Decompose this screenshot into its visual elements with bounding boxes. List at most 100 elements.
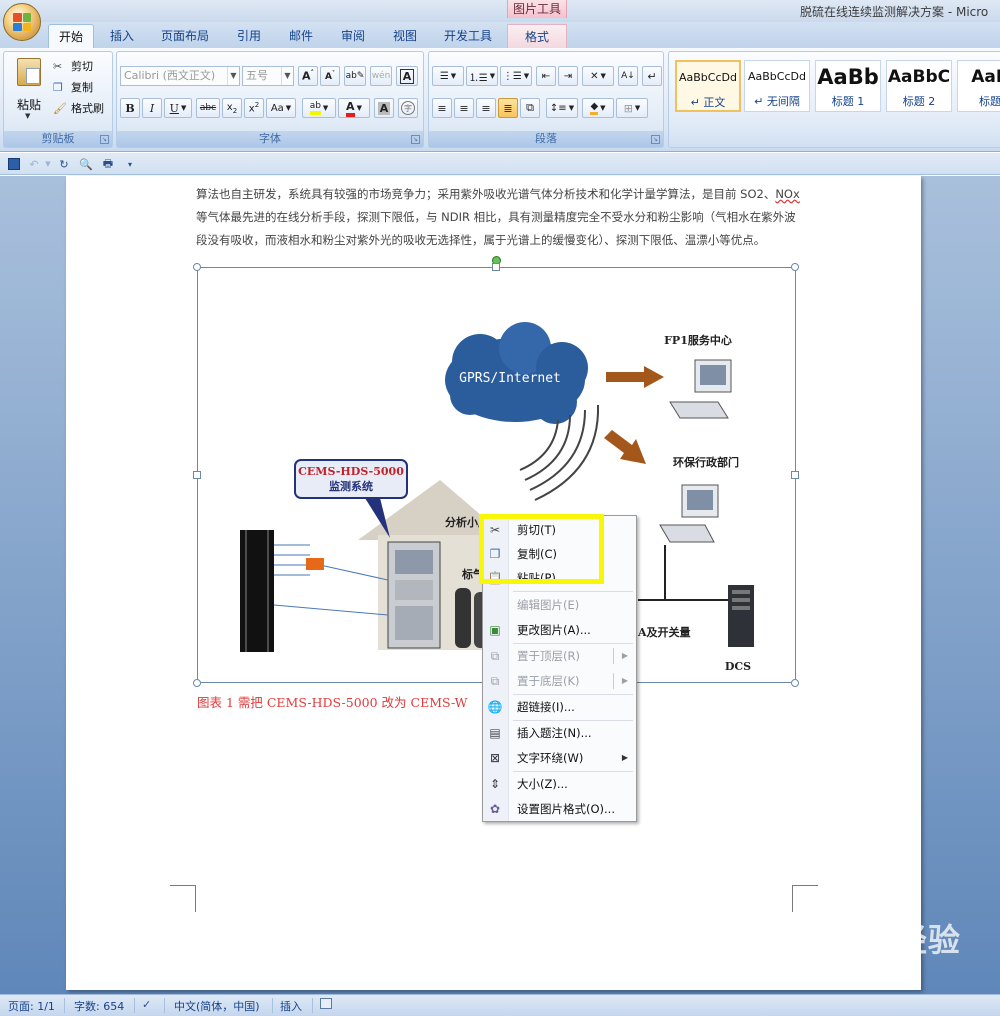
char-shading-button[interactable]: A [374, 98, 394, 118]
menu-item-send-to-back[interactable]: ⧉ 置于底层(K) ▶ [483, 669, 636, 693]
show-marks-button[interactable]: ↵ [642, 66, 662, 86]
resize-handle-se[interactable] [791, 679, 799, 687]
borders-button[interactable]: ⊞ ▼ [616, 98, 648, 118]
italic-button[interactable]: I [142, 98, 162, 118]
undo-dropdown-icon[interactable]: ▼ [40, 156, 56, 172]
signal-label: A及开关量 [637, 625, 691, 639]
clear-format-button[interactable]: ab✎ [344, 66, 366, 86]
font-launcher-icon[interactable]: ↘ [411, 135, 420, 144]
body-text[interactable]: 算法也自主研发，系统具有较强的市场竞争力；采用紫外吸收光谱气体分析技术和化学计量… [196, 183, 806, 252]
menu-item-format-picture[interactable]: ✿ 设置图片格式(O)... [483, 797, 636, 821]
tab-insert[interactable]: 插入 [100, 24, 144, 48]
status-separator [164, 998, 165, 1013]
font-size-combo[interactable]: 五号 ▼ [242, 66, 294, 86]
multilevel-list-button[interactable]: ⋮☰ ▼ [500, 66, 532, 86]
tab-review[interactable]: 审阅 [332, 24, 374, 48]
font-name-combo[interactable]: Calibri (西文正文) ▼ [120, 66, 240, 86]
status-separator [134, 998, 135, 1013]
asian-layout-button[interactable]: ✕ ▼ [582, 66, 614, 86]
menu-item-bring-to-front[interactable]: ⧉ 置于顶层(R) ▶ [483, 644, 636, 668]
tab-developer[interactable]: 开发工具 [436, 24, 500, 48]
resize-handle-nw[interactable] [193, 263, 201, 271]
language-indicator[interactable]: 中文(简体，中国) [174, 998, 260, 1014]
resize-handle-ne[interactable] [791, 263, 799, 271]
bold-button[interactable]: B [120, 98, 140, 118]
distributed-button[interactable]: ⧉ [520, 98, 540, 118]
bullets-button[interactable]: ☰ ▼ [432, 66, 464, 86]
menu-item-label: 置于顶层(R) [517, 649, 580, 663]
style-no-spacing[interactable]: AaBbCcDd ↵ 无间隔 [744, 60, 810, 112]
style-title[interactable]: AaB 标题 [957, 60, 1000, 112]
sort-button[interactable]: A↓ [618, 66, 638, 86]
increase-indent-button[interactable]: ⇥ [558, 66, 578, 86]
decrease-indent-button[interactable]: ⇤ [536, 66, 556, 86]
clipboard-group: 粘贴 ▼ ✂ 剪切 ❐ 复制 🖌 格式刷 剪贴板 ↘ [3, 51, 113, 148]
resize-handle-n[interactable] [492, 263, 500, 271]
redo-icon[interactable]: ↻ [56, 156, 72, 172]
style-normal[interactable]: AaBbCcDd ↵ 正文 [675, 60, 741, 112]
paste-button[interactable]: 粘贴 ▼ [10, 56, 48, 126]
figure-caption[interactable]: 图表 1 需把 CEMS-HDS-5000 改为 CEMS-W [197, 692, 467, 711]
tab-page-layout[interactable]: 页面布局 [152, 24, 218, 48]
shading-button[interactable]: ◆ ▼ [582, 98, 614, 118]
superscript-button[interactable]: x2 [244, 98, 264, 118]
print-preview-icon[interactable]: 🔍 [78, 156, 94, 172]
align-right-icon: ≡ [481, 101, 491, 115]
menu-item-change-picture[interactable]: ▣ 更改图片(A)... [483, 618, 636, 642]
align-center-button[interactable]: ≡ [454, 98, 474, 118]
shrink-font-button[interactable]: A˅ [320, 66, 340, 86]
paragraph-launcher-icon[interactable]: ↘ [651, 135, 660, 144]
menu-item-size[interactable]: ⇕ 大小(Z)... [483, 772, 636, 796]
word-count[interactable]: 字数: 654 [74, 998, 124, 1014]
align-left-button[interactable]: ≡ [432, 98, 452, 118]
phonetic-guide-button[interactable]: wén [370, 66, 392, 86]
underline-button[interactable]: U ▼ [164, 98, 192, 118]
tab-format[interactable]: 格式 [507, 24, 567, 48]
numbering-icon: ⒈☰ [468, 72, 488, 84]
office-button[interactable] [3, 3, 41, 41]
style-heading-2[interactable]: AaBbC 标题 2 [886, 60, 952, 112]
page-count[interactable]: 页面: 1/1 [8, 998, 55, 1014]
macro-record-icon[interactable] [320, 998, 332, 1012]
char-border-button[interactable]: A [396, 66, 418, 86]
office-logo-icon [13, 13, 31, 31]
align-right-button[interactable]: ≡ [476, 98, 496, 118]
style-heading-1[interactable]: AaBb 标题 1 [815, 60, 881, 112]
grow-font-button[interactable]: A˄ [298, 66, 318, 86]
clipboard-launcher-icon[interactable]: ↘ [100, 135, 109, 144]
style-sample: AaBbCcDd [748, 70, 806, 83]
copy-button[interactable]: ❐ 复制 [52, 77, 112, 97]
tab-home[interactable]: 开始 [48, 24, 94, 48]
change-case-button[interactable]: Aa ▼ [266, 98, 296, 118]
font-color-button[interactable]: A ▼ [338, 98, 370, 118]
tab-mailings[interactable]: 邮件 [280, 24, 322, 48]
resize-handle-sw[interactable] [193, 679, 201, 687]
customize-qat-icon[interactable]: ▾ [122, 156, 138, 172]
resize-handle-e[interactable] [791, 471, 799, 479]
print-icon[interactable]: 🖶 [100, 156, 116, 172]
line-spacing-button[interactable]: ↕≡ ▼ [546, 98, 578, 118]
menu-item-hyperlink[interactable]: 🌐 超链接(I)... [483, 695, 636, 719]
crop-mark [792, 885, 818, 886]
menu-item-text-wrap[interactable]: ⊠ 文字环绕(W) ▶ [483, 746, 636, 770]
format-painter-button[interactable]: 🖌 格式刷 [52, 98, 112, 118]
enclose-char-button[interactable]: 字 [398, 98, 418, 118]
menu-item-edit-picture[interactable]: 编辑图片(E) [483, 593, 636, 617]
save-icon[interactable] [6, 156, 22, 172]
send-to-back-icon: ⧉ [490, 673, 500, 688]
tab-references[interactable]: 引用 [228, 24, 270, 48]
menu-item-insert-caption[interactable]: ▤ 插入题注(N)... [483, 721, 636, 745]
highlight-button[interactable]: ab ▼ [302, 98, 336, 118]
menu-item-label: 更改图片(A)... [517, 623, 591, 637]
numbering-button[interactable]: ⒈☰ ▼ [466, 66, 498, 86]
insert-mode[interactable]: 插入 [280, 998, 302, 1014]
proofing-icon[interactable]: ✓ [142, 998, 151, 1011]
text-line: 段没有吸收，而液相水和粉尘对紫外光的吸收无选择性，属于光谱上的缓慢变化）、探测下… [196, 233, 766, 247]
status-bar: 页面: 1/1 字数: 654 ✓ 中文(简体，中国) 插入 [0, 994, 1000, 1016]
strikethrough-button[interactable]: abc [196, 98, 220, 118]
tab-view[interactable]: 视图 [384, 24, 426, 48]
cut-button[interactable]: ✂ 剪切 [52, 56, 112, 76]
subscript-button[interactable]: x2 [222, 98, 242, 118]
justify-button[interactable]: ≣ [498, 98, 518, 118]
resize-handle-w[interactable] [193, 471, 201, 479]
